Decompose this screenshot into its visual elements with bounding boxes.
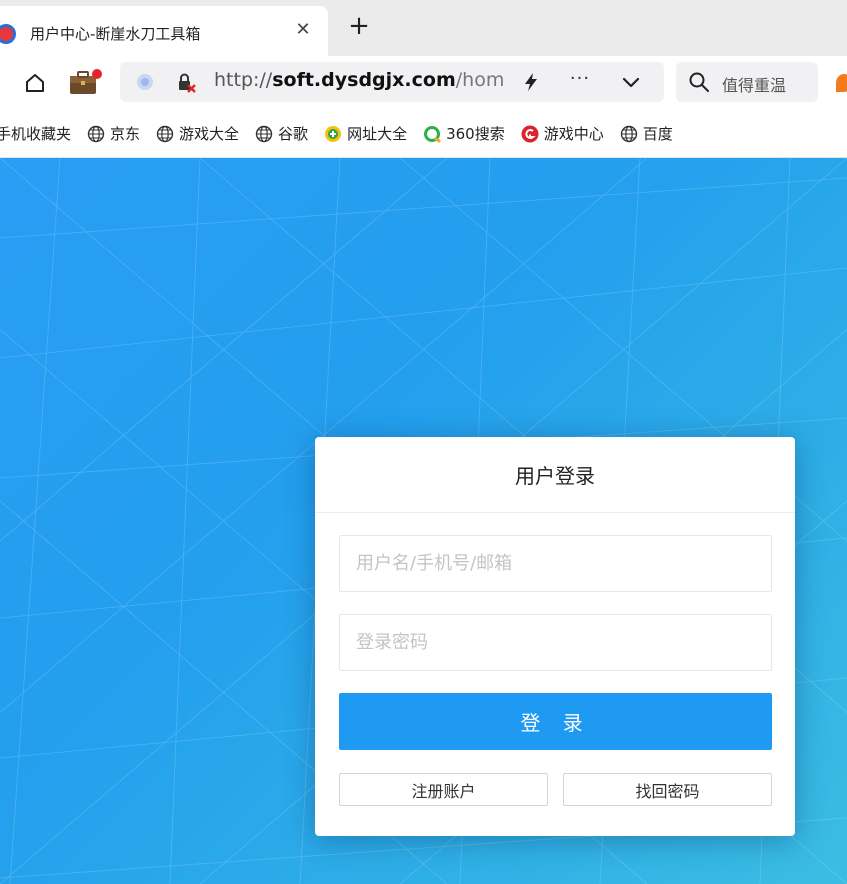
login-title: 用户登录 xyxy=(315,437,795,513)
url-path: /hom xyxy=(455,69,505,91)
flame-icon[interactable] xyxy=(836,74,847,92)
close-tab-icon[interactable]: ✕ xyxy=(292,19,314,41)
site-favicon-icon xyxy=(0,24,16,44)
game-center-icon xyxy=(521,125,539,142)
login-button[interactable]: 登 录 xyxy=(339,693,772,750)
browser-toolbar: http://soft.dysdgjx.com/hom ··· 值得重温 xyxy=(0,56,847,110)
bookmark-label: 谷歌 xyxy=(278,124,309,143)
tab-title: 用户中心-断崖水刀工具箱 xyxy=(30,25,201,43)
new-tab-icon[interactable]: + xyxy=(346,13,372,39)
url-scheme: http:// xyxy=(214,69,273,91)
bookmark-360-search[interactable]: 360搜索 xyxy=(423,110,505,157)
bookmark-label: 网址大全 xyxy=(347,124,408,143)
bookmark-mobile-favorites[interactable]: 手机收藏夹 xyxy=(0,110,72,157)
bookmark-label: 京东 xyxy=(110,124,141,143)
security-shield-icon[interactable] xyxy=(137,74,153,90)
recover-password-button[interactable]: 找回密码 xyxy=(563,773,772,806)
login-card: 用户登录 登 录 注册账户 找回密码 xyxy=(315,437,795,836)
bookmark-label: 手机收藏夹 xyxy=(0,124,72,143)
bookmark-google[interactable]: 谷歌 xyxy=(255,110,309,157)
globe-icon xyxy=(255,125,273,142)
address-bar[interactable]: http://soft.dysdgjx.com/hom ··· xyxy=(120,62,664,102)
globe-icon xyxy=(156,125,174,142)
register-button[interactable]: 注册账户 xyxy=(339,773,548,806)
briefcase-icon[interactable] xyxy=(68,66,104,98)
bookmark-label: 游戏中心 xyxy=(543,124,604,143)
insecure-lock-icon[interactable] xyxy=(176,72,198,94)
bookmark-game-list[interactable]: 游戏大全 xyxy=(156,110,240,157)
password-input[interactable] xyxy=(339,614,772,671)
search-box[interactable]: 值得重温 xyxy=(676,62,818,102)
bookmark-label: 游戏大全 xyxy=(179,124,240,143)
hao123-icon xyxy=(325,125,342,142)
bookmark-label: 百度 xyxy=(642,124,673,143)
url-text[interactable]: http://soft.dysdgjx.com/hom xyxy=(214,69,510,91)
home-icon[interactable] xyxy=(24,72,46,94)
lightning-icon[interactable] xyxy=(520,71,542,93)
tab-bar: 用户中心-断崖水刀工具箱 ✕ + xyxy=(0,0,847,56)
browser-tab[interactable]: 用户中心-断崖水刀工具箱 ✕ xyxy=(0,6,328,56)
bookmark-baidu[interactable]: 百度 xyxy=(620,110,673,157)
bookmark-game-center[interactable]: 游戏中心 xyxy=(521,110,604,157)
search-suggestion[interactable]: 值得重温 xyxy=(722,72,808,96)
url-domain: soft.dysdgjx.com xyxy=(272,69,456,91)
bookmark-hao123[interactable]: 网址大全 xyxy=(324,110,408,157)
more-icon[interactable]: ··· xyxy=(566,68,594,92)
username-input[interactable] xyxy=(339,535,772,592)
globe-icon xyxy=(620,125,637,142)
search-icon[interactable] xyxy=(688,71,710,93)
bookmark-jd[interactable]: 京东 xyxy=(87,110,141,157)
360-search-icon xyxy=(424,125,441,142)
bookmark-label: 360搜索 xyxy=(446,124,505,143)
bookmarks-bar: 手机收藏夹 京东 游戏大全 谷歌 网址大全 360搜索 游戏中心 百度 xyxy=(0,110,847,158)
chevron-down-icon[interactable] xyxy=(620,71,642,93)
globe-icon xyxy=(87,125,105,142)
